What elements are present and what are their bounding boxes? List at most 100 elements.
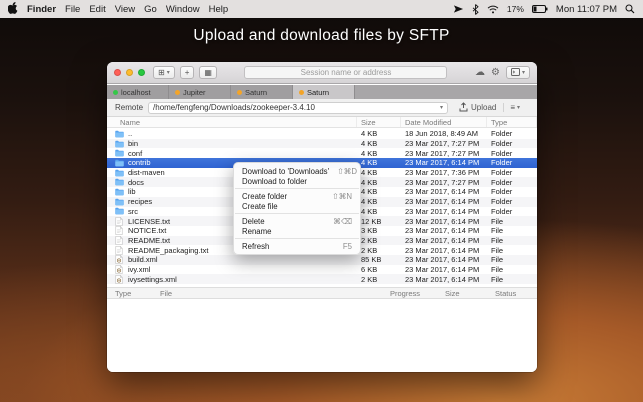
menu-go[interactable]: Go bbox=[144, 4, 157, 15]
menu-items: File Edit View Go Window Help bbox=[65, 4, 228, 15]
chevron-down-icon[interactable]: ▾ bbox=[440, 104, 443, 111]
settings-gear-icon[interactable]: ⚙ bbox=[491, 68, 500, 78]
spotlight-search-icon[interactable] bbox=[625, 4, 635, 14]
new-session-button[interactable]: + bbox=[180, 66, 195, 79]
file-name: lib bbox=[128, 187, 136, 196]
file-size: 12 KB bbox=[357, 217, 401, 226]
transfer-column-type[interactable]: Type bbox=[115, 289, 160, 298]
xml-icon bbox=[115, 275, 124, 284]
file-modified: 23 Mar 2017, 6:14 PM bbox=[401, 255, 487, 264]
remote-path-input[interactable]: /home/fengfeng/Downloads/zookeeper-3.4.1… bbox=[148, 102, 448, 114]
context-menu-item-download-to-folder[interactable]: Download to folder bbox=[234, 176, 360, 186]
file-row-build-xml[interactable]: build.xml85 KB23 Mar 2017, 6:14 PMFile bbox=[107, 255, 537, 265]
menu-separator bbox=[235, 188, 359, 189]
file-size: 4 KB bbox=[357, 207, 401, 216]
file-name: README_packaging.txt bbox=[128, 246, 208, 255]
minimize-button[interactable] bbox=[126, 69, 133, 76]
file-modified: 23 Mar 2017, 6:14 PM bbox=[401, 217, 487, 226]
file-type: Folder bbox=[487, 168, 537, 177]
menu-item-shortcut: ⇧⌘N bbox=[324, 192, 352, 201]
grid-icon: ⊞ bbox=[158, 68, 165, 77]
zoom-button[interactable] bbox=[138, 69, 145, 76]
menu-bar: Finder FileEditViewGoWindowHelp 17% Mon … bbox=[0, 0, 643, 18]
session-status-dot bbox=[113, 90, 118, 95]
file-type: File bbox=[487, 246, 537, 255]
file-type: File bbox=[487, 217, 537, 226]
context-menu-item-download-to-downloads[interactable]: Download to 'Downloads'⇧⌘D bbox=[234, 166, 360, 176]
terminal-tools-button[interactable]: ▾ bbox=[506, 66, 530, 79]
file-row-[interactable]: ..4 KB18 Jun 2018, 8:49 AMFolder bbox=[107, 129, 537, 139]
file-size: 4 KB bbox=[357, 178, 401, 187]
menu-item-shortcut: F5 bbox=[335, 242, 352, 251]
menu-app-name[interactable]: Finder bbox=[27, 4, 56, 15]
apple-menu[interactable] bbox=[8, 2, 18, 17]
file-name: docs bbox=[128, 178, 144, 187]
chevron-down-icon: ▾ bbox=[522, 69, 525, 76]
transfer-column-file[interactable]: File bbox=[160, 289, 390, 298]
file-name: dist-maven bbox=[128, 168, 165, 177]
transfer-table-body bbox=[107, 300, 537, 372]
menu-file[interactable]: File bbox=[65, 4, 80, 15]
column-header-type[interactable]: Type bbox=[487, 117, 537, 127]
tab-localhost-0[interactable]: localhost bbox=[107, 85, 169, 99]
file-row-conf[interactable]: conf4 KB23 Mar 2017, 7:27 PMFolder bbox=[107, 148, 537, 158]
file-modified: 23 Mar 2017, 6:14 PM bbox=[401, 246, 487, 255]
file-name-cell: build.xml bbox=[107, 255, 357, 264]
remote-path-value: /home/fengfeng/Downloads/zookeeper-3.4.1… bbox=[153, 103, 315, 112]
context-menu-item-refresh[interactable]: Refresh F5 bbox=[234, 241, 360, 251]
file-name: README.txt bbox=[128, 236, 170, 245]
file-name-cell: .. bbox=[107, 129, 357, 138]
menu-view[interactable]: View bbox=[115, 4, 135, 15]
chevron-down-icon: ▾ bbox=[167, 69, 170, 76]
menu-edit[interactable]: Edit bbox=[89, 4, 105, 15]
file-type: Folder bbox=[487, 129, 537, 138]
file-row-ivysettings-xml[interactable]: ivysettings.xml2 KB23 Mar 2017, 6:14 PMF… bbox=[107, 274, 537, 284]
menu-bar-clock[interactable]: Mon 11:07 PM bbox=[556, 4, 617, 15]
battery-icon[interactable] bbox=[532, 5, 548, 13]
tab-saturn-3[interactable]: Saturn bbox=[293, 85, 355, 99]
tab-jupiter-1[interactable]: Jupiter bbox=[169, 85, 231, 99]
transfer-column-status[interactable]: Status bbox=[495, 289, 537, 298]
context-menu-item-rename[interactable]: Rename bbox=[234, 226, 360, 236]
file-size: 6 KB bbox=[357, 265, 401, 274]
column-header-name[interactable]: Name bbox=[107, 117, 357, 127]
list-view-options-button[interactable]: ≡ ▾ bbox=[503, 103, 520, 112]
tab-bar: localhost Jupiter SaturnSaturn bbox=[107, 85, 537, 99]
bluetooth-icon[interactable] bbox=[472, 4, 479, 15]
tab-label: Jupiter bbox=[183, 88, 206, 97]
file-size: 85 KB bbox=[357, 255, 401, 264]
file-table-header: NameSizeDate ModifiedType bbox=[107, 117, 537, 128]
context-menu-item-create-file[interactable]: Create file bbox=[234, 201, 360, 211]
file-row-ivy-xml[interactable]: ivy.xml6 KB23 Mar 2017, 6:14 PMFile bbox=[107, 265, 537, 275]
transfer-column-progress[interactable]: Progress bbox=[390, 289, 445, 298]
context-menu-item-create-folder[interactable]: Create folder⇧⌘N bbox=[234, 191, 360, 201]
transfer-column-size[interactable]: Size bbox=[445, 289, 495, 298]
share-plane-icon[interactable] bbox=[453, 4, 464, 14]
file-name: recipes bbox=[128, 197, 152, 206]
menu-item-label: Download to folder bbox=[242, 177, 307, 186]
file-size: 2 KB bbox=[357, 275, 401, 284]
close-button[interactable] bbox=[114, 69, 121, 76]
terminal-icon bbox=[511, 68, 520, 78]
file-row-bin[interactable]: bin4 KB23 Mar 2017, 7:27 PMFolder bbox=[107, 139, 537, 149]
cloud-sync-icon[interactable]: ☁ bbox=[475, 68, 485, 78]
tab-saturn-2[interactable]: Saturn bbox=[231, 85, 293, 99]
view-mode-button[interactable]: ⊞ ▾ bbox=[153, 66, 175, 79]
file-type: Folder bbox=[487, 149, 537, 158]
upload-button[interactable]: Upload bbox=[459, 102, 496, 114]
context-menu-item-delete[interactable]: Delete⌘⌫ bbox=[234, 216, 360, 226]
menu-window[interactable]: Window bbox=[166, 4, 200, 15]
column-header-size[interactable]: Size bbox=[357, 117, 401, 127]
wifi-icon[interactable] bbox=[487, 5, 499, 14]
upload-label: Upload bbox=[471, 103, 496, 112]
upload-icon bbox=[459, 102, 468, 114]
session-search-input[interactable]: Session name or address bbox=[244, 66, 447, 79]
file-type: File bbox=[487, 226, 537, 235]
file-modified: 23 Mar 2017, 6:14 PM bbox=[401, 158, 487, 167]
layout-panes-button[interactable]: ▦ bbox=[199, 66, 217, 79]
menu-help[interactable]: Help bbox=[209, 4, 229, 15]
window-toolbar[interactable]: ⊞ ▾ + ▦ Session name or address ☁ ⚙ ▾ bbox=[107, 62, 537, 84]
headline: Upload and download files by SFTP bbox=[0, 27, 643, 45]
menu-item-label: Refresh bbox=[242, 242, 269, 251]
column-header-date-modified[interactable]: Date Modified bbox=[401, 117, 487, 127]
